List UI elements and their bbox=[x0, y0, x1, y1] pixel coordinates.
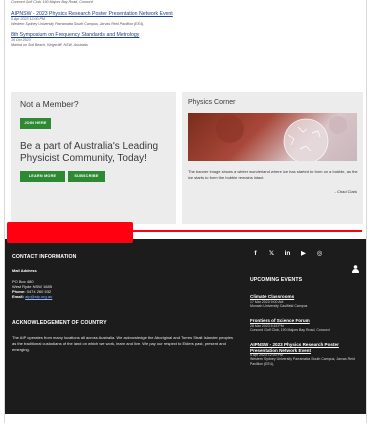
upcoming-event-location: Western Sydney University Parramatta Sou… bbox=[250, 357, 355, 366]
join-here-button[interactable]: JOIN HERE bbox=[20, 118, 51, 129]
email-line: Email: aip@aip.org.au bbox=[12, 294, 52, 299]
mail-address-label: Mail Address bbox=[12, 268, 37, 273]
physics-corner-panel: Physics Corner The banner image shows a … bbox=[182, 92, 363, 224]
youtube-icon[interactable]: ▶ bbox=[300, 250, 307, 258]
email-link[interactable]: aip@aip.org.au bbox=[25, 294, 52, 299]
upcoming-event: Frontiers of Science Forum 28 Mar 2023 5… bbox=[250, 318, 362, 332]
events-list: Concord Golf Club, 190 Majors Bay Road, … bbox=[11, 0, 361, 47]
learn-more-button[interactable]: LEARN MORE bbox=[20, 171, 65, 182]
upcoming-events-heading: UPCOMING EVENTS bbox=[250, 277, 303, 283]
upcoming-event-location: Monash University Caulfield Campus bbox=[250, 303, 308, 308]
linkedin-icon[interactable]: in bbox=[284, 250, 291, 258]
membership-tagline: Be a part of Australia's Leading Physici… bbox=[20, 141, 159, 164]
physics-corner-heading: Physics Corner bbox=[188, 99, 236, 106]
upcoming-event-title-link[interactable]: AIPNSW - 2023 Physics Research Poster Pr… bbox=[250, 342, 362, 353]
event-item: AIPNSW - 2023 Physics Research Poster Pr… bbox=[11, 11, 361, 26]
frozen-bubble-image bbox=[188, 113, 357, 161]
upcoming-event: Climate Classrooms 17 Mar 2023 9:00 AM M… bbox=[250, 294, 362, 308]
social-links: f 𝕏 in ▶ ◎ bbox=[252, 250, 323, 258]
redaction-box bbox=[7, 222, 133, 243]
event-location-partial: Concord Golf Club, 190 Majors Bay Road, … bbox=[11, 0, 93, 4]
acknowledgement-heading: ACKNOWLEDGEMENT OF COUNTRY bbox=[12, 320, 107, 326]
email-label: Email: bbox=[12, 294, 25, 299]
membership-heading: Not a Member? bbox=[20, 99, 79, 109]
event-location: Marina on Soli Beach, Kingscliff, NSW, A… bbox=[11, 42, 88, 47]
contact-heading: CONTACT INFORMATION bbox=[12, 254, 77, 260]
upcoming-event: AIPNSW - 2023 Physics Research Poster Pr… bbox=[250, 342, 362, 366]
upcoming-event-location: Concord Golf Club, 190 Majors Bay Road, … bbox=[250, 327, 330, 332]
event-location: Western Sydney University Parramatta Sou… bbox=[11, 21, 145, 26]
redaction-line bbox=[133, 230, 362, 232]
instagram-icon[interactable]: ◎ bbox=[316, 250, 323, 258]
user-account-icon[interactable] bbox=[352, 265, 359, 273]
facebook-icon[interactable]: f bbox=[252, 250, 259, 258]
photo-credit: - Chad Clark bbox=[334, 189, 357, 194]
twitter-icon[interactable]: 𝕏 bbox=[268, 250, 275, 258]
acknowledgement-text: The AIP operates from many locations all… bbox=[12, 335, 234, 352]
physics-corner-caption: The banner image shows a winter wonderla… bbox=[188, 169, 358, 180]
subscribe-button[interactable]: SUBSCRIBE bbox=[68, 171, 105, 182]
site-footer: CONTACT INFORMATION Mail Address PO Box … bbox=[5, 239, 366, 414]
event-item: 8th Symposium on Frequency Standards and… bbox=[11, 32, 361, 47]
membership-panel: Not a Member? JOIN HERE Be a part of Aus… bbox=[11, 92, 176, 224]
